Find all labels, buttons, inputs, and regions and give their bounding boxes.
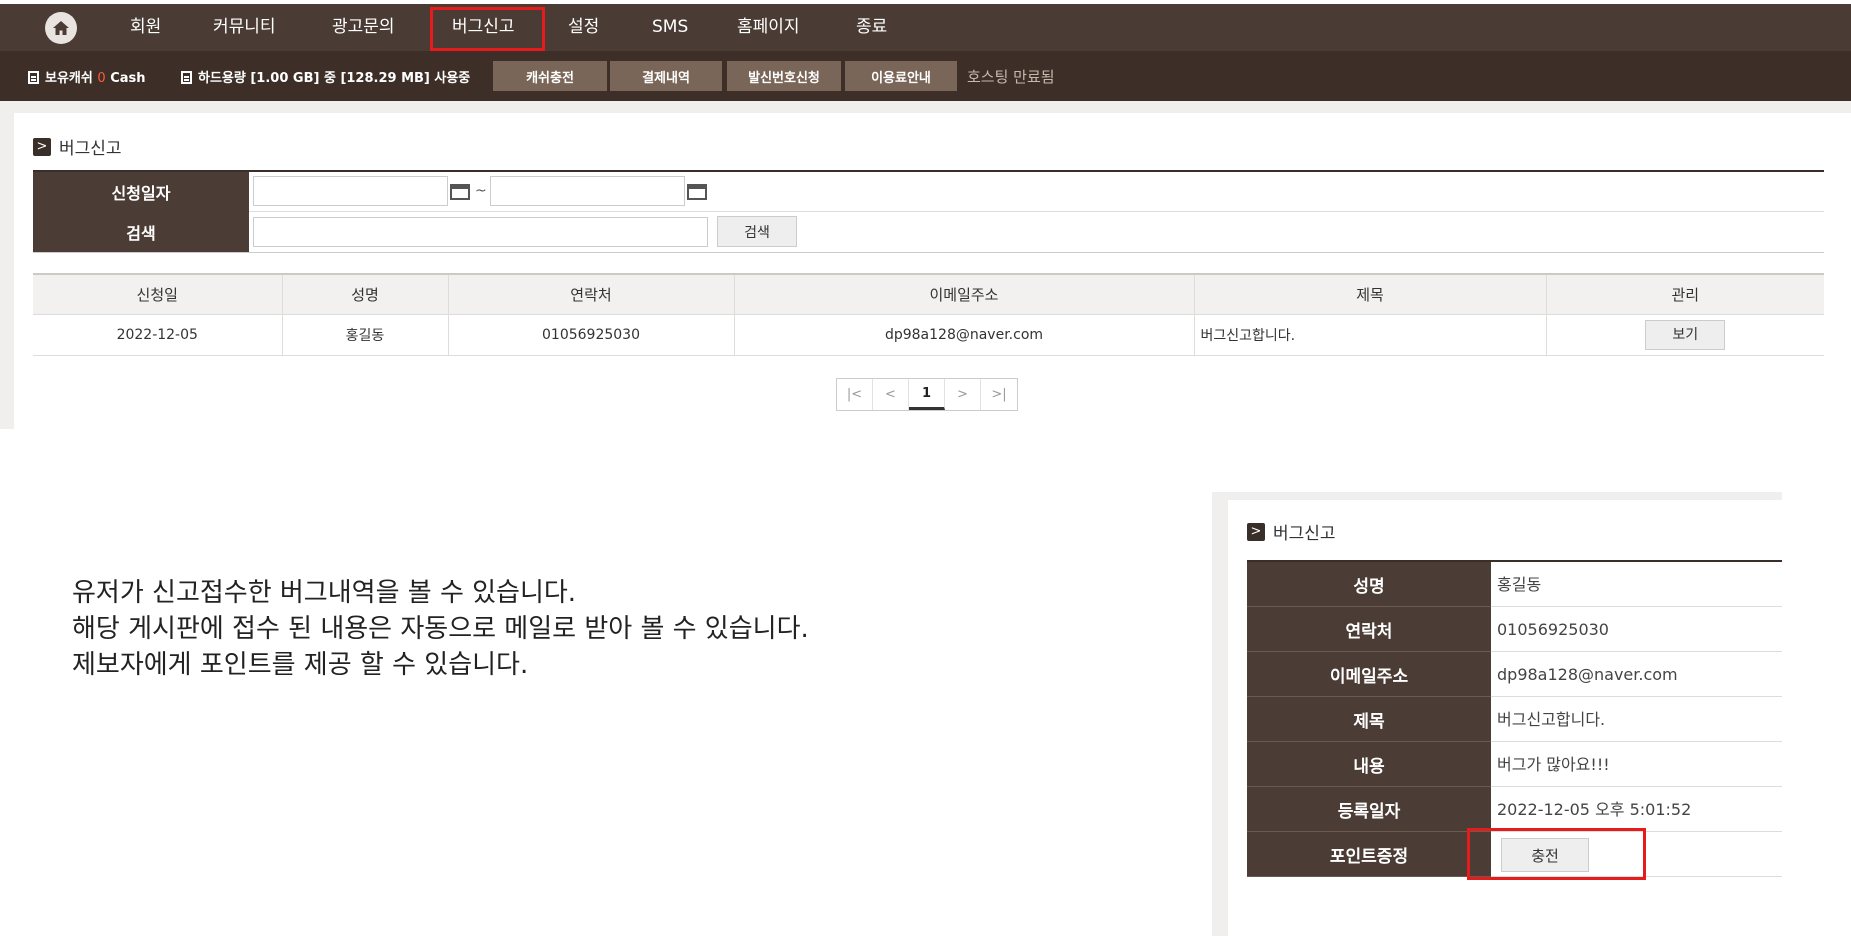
document-icon: [28, 71, 39, 84]
view-button[interactable]: 보기: [1645, 319, 1726, 350]
column-header-name: 성명: [281, 273, 449, 315]
top-nav: 회원 커뮤니티 광고문의 버그신고 설정 SMS 홈페이지 종료: [0, 4, 1851, 51]
search-button[interactable]: 검색: [717, 216, 797, 247]
cash-status: 보유캐쉬 0 Cash: [28, 67, 146, 86]
cash-charge-button[interactable]: 캐쉬충전: [493, 61, 607, 91]
table-row[interactable]: 2022-12-05 홍길동 01056925030 dp98a128@nave…: [33, 313, 1824, 356]
nav-item-homepage[interactable]: 홈페이지: [737, 4, 800, 51]
cell-phone: 01056925030: [447, 313, 735, 356]
charge-highlight-box: [1467, 828, 1646, 880]
nav-item-ad-inquiry[interactable]: 광고문의: [332, 4, 395, 51]
detail-label: 포인트증정: [1247, 832, 1491, 877]
nav-item-sms[interactable]: SMS: [652, 4, 688, 51]
bug-report-highlight-box: [430, 7, 545, 51]
detail-value-registered-at: 2022-12-05 오후 5:01:52: [1497, 800, 1692, 819]
arrow-right-icon: >: [33, 137, 51, 156]
detail-label: 내용: [1247, 742, 1491, 787]
detail-label: 연락처: [1247, 607, 1491, 652]
cell-name: 홍길동: [281, 313, 449, 356]
column-header-email: 이메일주소: [733, 273, 1195, 315]
home-button[interactable]: [45, 12, 77, 44]
first-page-button[interactable]: |<: [837, 379, 873, 410]
detail-section-title: > 버그신고: [1247, 519, 1336, 544]
list-section-title-text: 버그신고: [59, 139, 122, 159]
detail-label: 성명: [1247, 562, 1491, 607]
cash-value: 0: [97, 71, 106, 86]
bug-report-list-table: 신청일 성명 연락처 이메일주소 제목 관리 2022-12-05 홍길동 01…: [33, 273, 1824, 356]
last-page-button[interactable]: >|: [981, 379, 1017, 410]
calendar-icon[interactable]: [450, 184, 470, 200]
arrow-right-icon: >: [1247, 522, 1265, 541]
feature-description: 유저가 신고접수한 버그내역을 볼 수 있습니다. 해당 게시판에 접수 된 내…: [72, 575, 809, 683]
detail-label: 등록일자: [1247, 787, 1491, 832]
detail-label: 이메일주소: [1247, 652, 1491, 697]
nav-item-exit[interactable]: 종료: [856, 4, 887, 51]
detail-value-name: 홍길동: [1497, 575, 1542, 594]
detail-label: 제목: [1247, 697, 1491, 742]
keyword-filter-label: 검색: [33, 212, 249, 252]
detail-row-email: 이메일주소 dp98a128@naver.com: [1247, 652, 1782, 697]
keyword-filter-row: 검색 검색: [33, 212, 1824, 252]
date-filter-label: 신청일자: [33, 172, 249, 212]
page: 회원 커뮤니티 광고문의 버그신고 설정 SMS 홈페이지 종료 보유캐쉬 0 …: [0, 0, 1851, 936]
nav-item-members[interactable]: 회원: [130, 4, 161, 51]
nav-item-community[interactable]: 커뮤니티: [213, 4, 276, 51]
nav-item-settings[interactable]: 설정: [568, 4, 599, 51]
date-range-separator: ~: [475, 183, 487, 199]
previous-page-button[interactable]: <: [873, 379, 909, 410]
detail-row-content: 내용 버그가 많아요!!!: [1247, 742, 1782, 787]
detail-row-phone: 연락처 01056925030: [1247, 607, 1782, 652]
column-header-phone: 연락처: [447, 273, 735, 315]
keyword-input[interactable]: [253, 217, 708, 247]
search-form: 신청일자 ~ 검색 검색: [33, 170, 1824, 253]
cash-unit: Cash: [110, 71, 146, 86]
calendar-icon[interactable]: [687, 184, 707, 200]
cell-date: 2022-12-05: [33, 313, 283, 356]
disk-usage-label: 하드용량 [1.00 GB] 중 [128.29 MB] 사용중: [198, 71, 471, 86]
list-section-title: > 버그신고: [33, 134, 122, 159]
pagination: |< < 1 > >|: [836, 378, 1018, 411]
cash-label: 보유캐쉬: [45, 71, 93, 86]
detail-value-email: dp98a128@naver.com: [1497, 665, 1678, 684]
detail-row-title: 제목 버그신고합니다.: [1247, 697, 1782, 742]
date-filter-row: 신청일자 ~: [33, 172, 1824, 212]
column-header-title: 제목: [1193, 273, 1547, 315]
column-header-date: 신청일: [33, 273, 283, 315]
cell-email: dp98a128@naver.com: [733, 313, 1195, 356]
cell-manage: 보기: [1545, 313, 1824, 356]
next-page-button[interactable]: >: [945, 379, 981, 410]
description-line: 유저가 신고접수한 버그내역을 볼 수 있습니다.: [72, 578, 577, 608]
detail-value-phone: 01056925030: [1497, 620, 1609, 639]
page-number-current[interactable]: 1: [909, 379, 945, 410]
pricing-info-button[interactable]: 이용료안내: [845, 61, 957, 91]
account-status-bar: 보유캐쉬 0 Cash 하드용량 [1.00 GB] 중 [128.29 MB]…: [0, 51, 1851, 101]
disk-usage-status: 하드용량 [1.00 GB] 중 [128.29 MB] 사용중: [181, 67, 470, 86]
sender-number-request-button[interactable]: 발신번호신청: [727, 61, 841, 91]
detail-value-title: 버그신고합니다.: [1497, 710, 1606, 729]
date-from-input[interactable]: [253, 176, 448, 206]
detail-value-content: 버그가 많아요!!!: [1497, 755, 1610, 774]
detail-row-registered-at: 등록일자 2022-12-05 오후 5:01:52: [1247, 787, 1782, 832]
detail-section-title-text: 버그신고: [1273, 524, 1336, 544]
document-icon: [181, 71, 192, 84]
cell-title: 버그신고합니다.: [1193, 313, 1547, 356]
column-header-manage: 관리: [1545, 273, 1824, 315]
description-line: 제보자에게 포인트를 제공 할 수 있습니다.: [72, 650, 529, 680]
detail-row-name: 성명 홍길동: [1247, 562, 1782, 607]
table-header-row: 신청일 성명 연락처 이메일주소 제목 관리: [33, 273, 1824, 315]
description-line: 해당 게시판에 접수 된 내용은 자동으로 메일로 받아 볼 수 있습니다.: [72, 614, 809, 644]
home-icon: [53, 21, 69, 35]
hosting-status: 호스팅 만료됨: [967, 68, 1055, 86]
date-to-input[interactable]: [490, 176, 685, 206]
payment-history-button[interactable]: 결제내역: [610, 61, 722, 91]
